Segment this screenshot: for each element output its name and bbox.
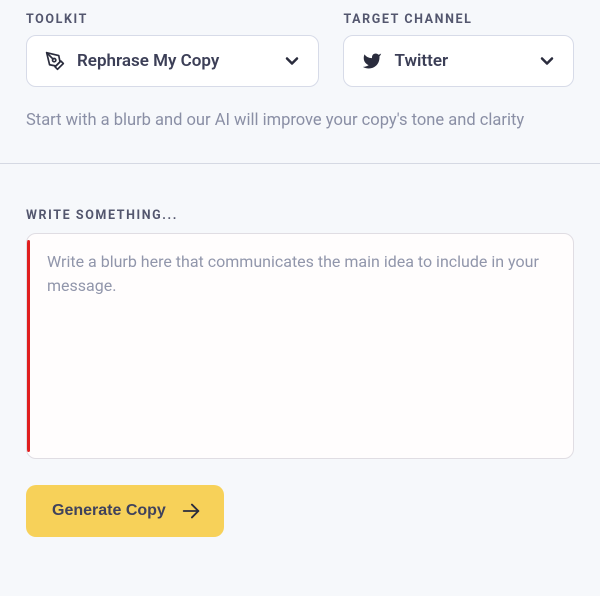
toolkit-selected-text: Rephrase My Copy [77, 51, 219, 71]
textarea-focus-accent [27, 240, 30, 452]
target-channel-field: TARGET CHANNEL Twitter [343, 12, 574, 87]
generate-copy-button[interactable]: Generate Copy [26, 485, 224, 537]
toolkit-description: Start with a blurb and our AI will impro… [26, 109, 574, 133]
target-channel-selected-text: Twitter [394, 51, 448, 71]
pen-icon [45, 51, 65, 71]
write-label: WRITE SOMETHING... [26, 208, 574, 223]
twitter-icon [362, 51, 382, 71]
divider [0, 163, 600, 164]
toolkit-field: TOOLKIT Rephrase My Copy [26, 12, 319, 87]
write-textarea[interactable] [27, 234, 573, 458]
toolkit-label: TOOLKIT [26, 12, 319, 27]
arrow-right-icon [180, 500, 202, 522]
chevron-down-icon [282, 51, 302, 71]
toolkit-select[interactable]: Rephrase My Copy [26, 35, 319, 87]
chevron-down-icon [537, 51, 557, 71]
generate-copy-label: Generate Copy [52, 502, 166, 520]
target-channel-select[interactable]: Twitter [343, 35, 574, 87]
write-textarea-container [26, 233, 574, 459]
target-channel-label: TARGET CHANNEL [343, 12, 574, 27]
